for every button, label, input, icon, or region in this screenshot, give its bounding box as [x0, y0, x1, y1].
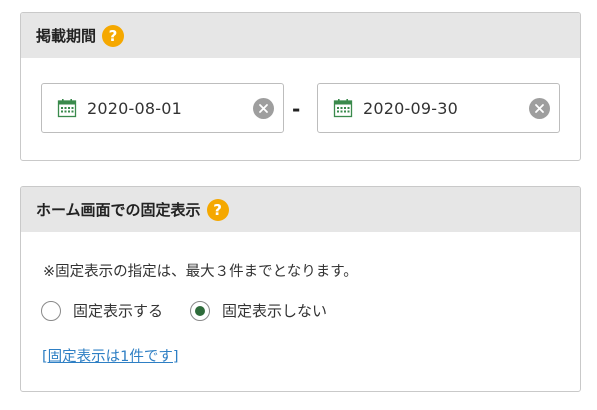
pin-radio-group: 固定表示する 固定表示しない: [41, 300, 327, 321]
calendar-icon: [57, 99, 77, 118]
radio-pin-on-label: 固定表示する: [73, 302, 164, 320]
pinned-count-link[interactable]: [固定表示は1件です]: [42, 345, 179, 366]
posting-period-panel: 掲載期間 ? 2020-08-01 - 2020-09-30: [20, 12, 581, 161]
pin-limit-notice: ※固定表示の指定は、最大３件までとなります。: [43, 264, 358, 280]
help-icon[interactable]: ?: [206, 198, 229, 221]
clear-end-date-icon[interactable]: [529, 98, 550, 119]
posting-period-title: 掲載期間: [36, 27, 97, 45]
home-pin-header: ホーム画面での固定表示 ?: [21, 187, 580, 232]
home-pin-title: ホーム画面での固定表示: [36, 201, 201, 219]
radio-pin-off[interactable]: 固定表示しない: [190, 300, 327, 321]
radio-button-selected[interactable]: [190, 300, 211, 321]
date-range-separator: -: [292, 97, 301, 121]
end-date-field[interactable]: 2020-09-30: [317, 83, 560, 133]
end-date-value: 2020-09-30: [363, 98, 458, 118]
radio-pin-on[interactable]: 固定表示する: [41, 300, 163, 321]
radio-button-unselected[interactable]: [41, 300, 61, 321]
radio-selected-dot: [195, 305, 206, 316]
calendar-icon: [333, 99, 353, 118]
posting-period-header: 掲載期間 ?: [21, 13, 580, 58]
clear-start-date-icon[interactable]: [253, 98, 274, 119]
start-date-field[interactable]: 2020-08-01: [41, 83, 284, 133]
start-date-value: 2020-08-01: [87, 98, 182, 118]
radio-pin-off-label: 固定表示しない: [222, 302, 328, 320]
help-icon[interactable]: ?: [102, 24, 125, 47]
home-pin-panel: ホーム画面での固定表示 ? ※固定表示の指定は、最大３件までとなります。 固定表…: [20, 186, 581, 392]
